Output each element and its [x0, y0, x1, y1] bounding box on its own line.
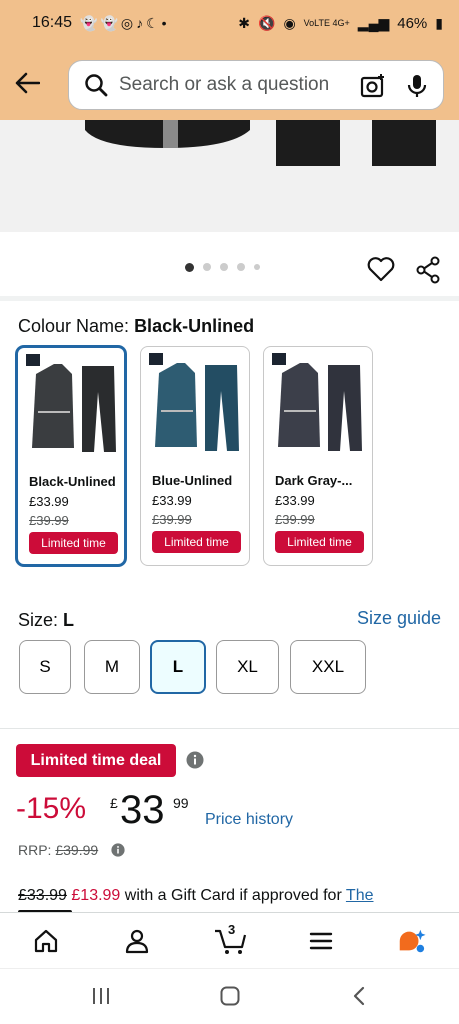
- cart-count: 3: [228, 922, 236, 937]
- share-icon[interactable]: [415, 256, 441, 284]
- nav-rufus[interactable]: [396, 926, 426, 956]
- status-time: 16:45: [32, 14, 73, 31]
- search-bar[interactable]: [68, 60, 444, 110]
- notification-icons: 👻👻◎♪☾•: [80, 14, 170, 31]
- swatch-price: £33.99: [29, 494, 69, 509]
- network-label: VoLTE 4G+: [303, 18, 350, 28]
- swatch-thumbnail: [272, 353, 362, 451]
- price-fraction: 99: [173, 795, 189, 811]
- limited-time-badge: Limited time: [29, 532, 118, 554]
- nav-home[interactable]: [31, 926, 61, 956]
- limited-time-deal-badge: Limited time deal: [16, 744, 176, 777]
- info-icon[interactable]: [186, 751, 204, 769]
- colour-label: Colour Name: Black-Unlined: [18, 316, 254, 337]
- limited-time-badge: Limited time: [152, 531, 241, 553]
- colour-option-blue-unlined[interactable]: Blue-Unlined £33.99 £39.99 Limited time: [140, 346, 250, 566]
- section-divider: [0, 296, 459, 301]
- gift-card-offer: £33.99 £13.99 with a Gift Card if approv…: [18, 887, 374, 905]
- swatch-price: £33.99: [275, 493, 315, 508]
- swatch-rrp: £39.99: [29, 513, 69, 528]
- person-icon: [125, 929, 149, 954]
- carousel-dot[interactable]: [220, 263, 228, 271]
- limited-time-badge: Limited time: [275, 531, 364, 553]
- nav-menu[interactable]: [306, 926, 336, 956]
- battery-icon: ▮: [435, 14, 443, 31]
- colour-selected-value: Black-Unlined: [134, 316, 255, 336]
- rrp-value: £39.99: [55, 842, 99, 858]
- size-guide-link[interactable]: Size guide: [357, 608, 441, 629]
- search-input[interactable]: [119, 74, 349, 96]
- swatch-thumbnail: [26, 354, 116, 452]
- signal-icon: ▂▄▆: [357, 14, 390, 31]
- swatch-rrp: £39.99: [275, 512, 315, 527]
- nav-cart[interactable]: 3: [213, 922, 249, 956]
- swatch-thumbnail: [149, 353, 239, 451]
- mute-icon: 🔇: [258, 14, 276, 31]
- size-selected-value: L: [63, 610, 75, 630]
- status-right: ✱ 🔇 ◉ VoLTE 4G+ ▂▄▆ 46% ▮: [238, 15, 443, 32]
- carousel-dot[interactable]: [185, 263, 194, 272]
- price-whole: 33: [120, 788, 165, 832]
- wifi-icon: ◉: [283, 14, 296, 31]
- rrp-info-icon[interactable]: [111, 843, 125, 857]
- wishlist-heart-icon[interactable]: [367, 256, 395, 282]
- carousel-dot[interactable]: [237, 263, 245, 271]
- size-option-s[interactable]: S: [19, 640, 71, 694]
- home-icon: [34, 929, 58, 953]
- carousel-dot[interactable]: [203, 263, 211, 271]
- camera-search-icon[interactable]: [359, 72, 387, 100]
- swatch-rrp: £39.99: [152, 512, 192, 527]
- product-photo: [85, 120, 436, 166]
- size-option-m[interactable]: M: [84, 640, 140, 694]
- bluetooth-icon: ✱: [238, 14, 251, 31]
- bottom-nav: 3: [0, 912, 459, 968]
- back-arrow-icon: [15, 72, 40, 94]
- image-carousel-controls: [0, 232, 459, 298]
- swatch-name: Blue-Unlined: [152, 473, 233, 488]
- carousel-dots: [185, 263, 260, 272]
- size-option-l[interactable]: L: [150, 640, 206, 694]
- size-option-xl[interactable]: XL: [216, 640, 279, 694]
- size-label-text: Size:: [18, 610, 59, 630]
- hamburger-menu-icon: [309, 932, 333, 950]
- price-history-link[interactable]: Price history: [205, 811, 293, 829]
- size-label: Size: L: [18, 610, 74, 631]
- rrp-label: RRP:: [18, 842, 52, 858]
- back-button[interactable]: [0, 56, 54, 110]
- discount-percent: -15%: [16, 792, 87, 825]
- swatch-name: Black-Unlined: [29, 474, 116, 489]
- size-option-xxl[interactable]: XXL: [290, 640, 366, 694]
- gift-new-price: £13.99: [71, 887, 121, 904]
- rufus-assistant-icon: [399, 929, 426, 953]
- nav-account[interactable]: [122, 926, 152, 956]
- product-image[interactable]: [0, 120, 459, 232]
- search-icon: [85, 74, 108, 97]
- colour-option-black-unlined[interactable]: Black-Unlined £33.99 £39.99 Limited time: [16, 346, 126, 566]
- carousel-dot[interactable]: [254, 264, 260, 270]
- price-currency: £: [110, 795, 118, 811]
- battery-level: 46%: [397, 14, 428, 32]
- system-navigation-bar: [0, 968, 459, 1024]
- rrp-line: RRP: £39.99: [18, 842, 98, 858]
- gift-link[interactable]: The: [346, 887, 374, 904]
- gift-text: with a Gift Card if approved for: [124, 887, 342, 904]
- recent-apps-icon[interactable]: [90, 985, 112, 1007]
- colour-label-text: Colour Name:: [18, 316, 130, 336]
- microphone-icon[interactable]: [405, 72, 429, 100]
- gift-old-price: £33.99: [18, 887, 67, 904]
- home-button-icon[interactable]: [219, 985, 241, 1007]
- swatch-price: £33.99: [152, 493, 192, 508]
- colour-option-dark-gray[interactable]: Dark Gray-... £33.99 £39.99 Limited time: [263, 346, 373, 566]
- header: [0, 46, 459, 120]
- status-bar: 16:45 👻👻◎♪☾• ✱ 🔇 ◉ VoLTE 4G+ ▂▄▆ 46% ▮: [0, 0, 459, 46]
- system-back-icon[interactable]: [350, 985, 368, 1007]
- swatch-name: Dark Gray-...: [275, 473, 353, 488]
- section-divider: [0, 728, 459, 729]
